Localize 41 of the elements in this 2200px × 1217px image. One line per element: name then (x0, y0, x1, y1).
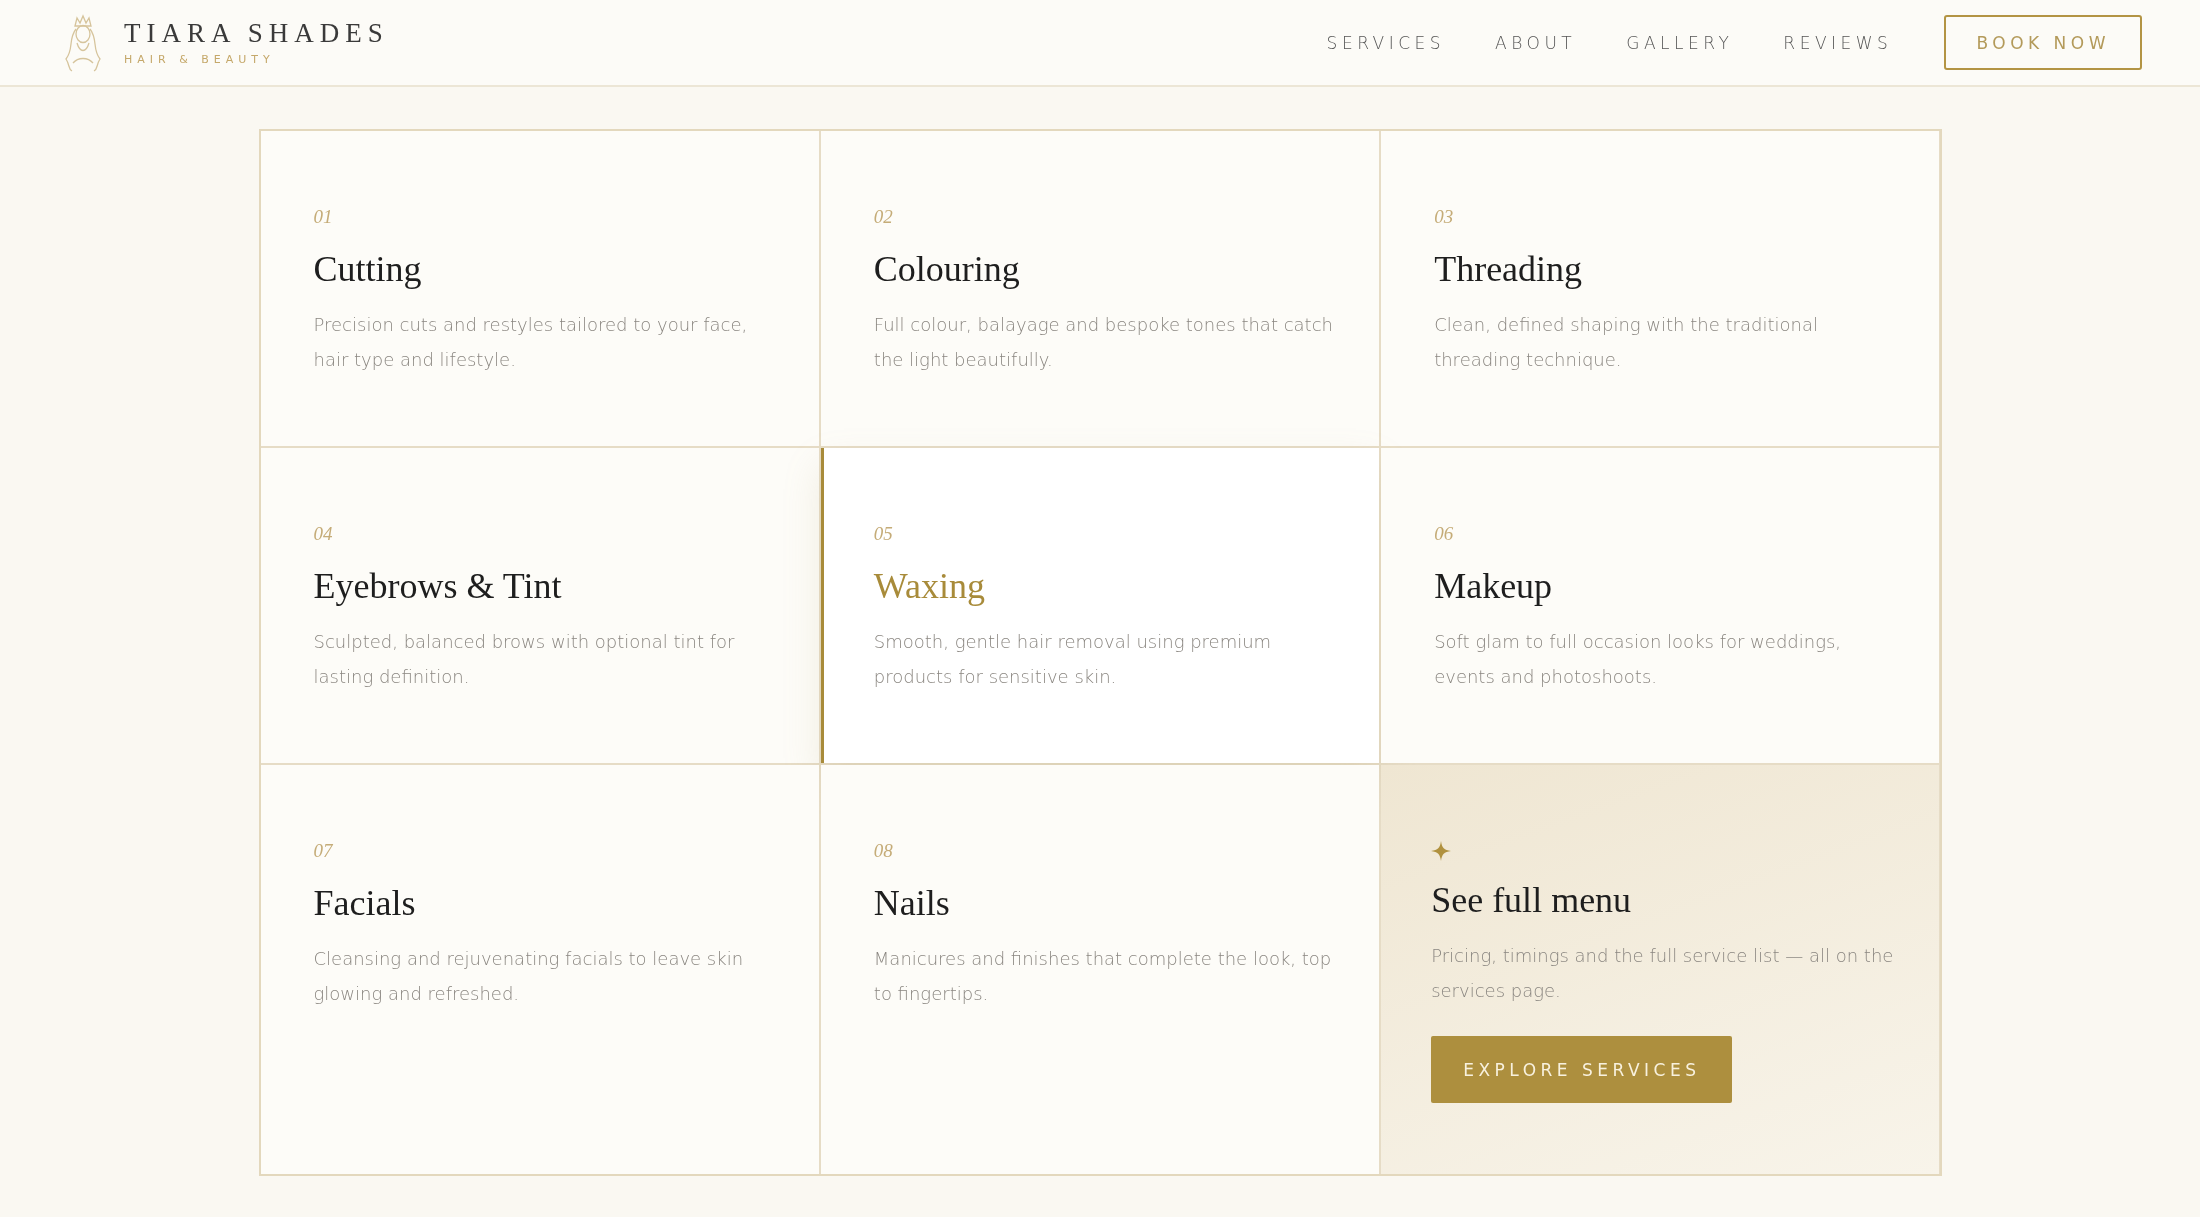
service-number: 06 (1434, 524, 1455, 543)
service-number: 07 (313, 841, 334, 860)
service-title: Makeup (1434, 565, 1554, 608)
service-number: 02 (873, 207, 894, 226)
nav-link[interactable]: SERVICES (1326, 32, 1446, 53)
service-title: Waxing (873, 565, 986, 608)
service-description: Cleansing and rejuvenating facials to leave skin glowing and refreshed. (313, 947, 745, 1007)
menu-title: See full menu (1431, 879, 1633, 922)
service-title: Cutting (313, 248, 423, 291)
service-card[interactable]: 03 Threading Clean, defined shaping with the traditional threading technique. (1381, 131, 1940, 446)
service-description: Smooth, gentle hair removal using premium products for sensitive skin. (873, 630, 1273, 690)
service-number: 04 (313, 524, 334, 543)
sparkle-icon (1431, 841, 1452, 861)
service-title: Eyebrows & Tint (313, 565, 563, 608)
service-card[interactable]: 05 Waxing Smooth, gentle hair removal using premium products for sensitive skin. (820, 448, 1380, 763)
service-card[interactable]: 07 Facials Cleansing and rejuvenating facials to leave skin glowing and refreshed. (260, 765, 819, 1174)
nav-link[interactable]: GALLERY (1626, 32, 1734, 53)
service-title: Nails (873, 882, 951, 925)
service-number: 03 (1434, 207, 1455, 226)
service-description: Manicures and finishes that complete the look, top to fingertips. (873, 947, 1333, 1007)
service-description: Clean, defined shaping with the traditional threading technique. (1434, 313, 1819, 373)
service-title: Facials (313, 882, 417, 925)
service-card[interactable]: 04 Eyebrows & Tint Sculpted, balanced brows with optional tint for lasting definition. (260, 448, 819, 763)
service-card[interactable]: 06 Makeup Soft glam to full occasion looks for weddings, events and photoshoots. (1381, 448, 1940, 763)
service-card[interactable]: 01 Cutting Precision cuts and restyles tailored to your face, hair type and lifestyle. (260, 131, 819, 446)
service-description: Full colour, balayage and bespoke tones that catch the light beautifully. (873, 313, 1334, 373)
service-number: 01 (313, 207, 334, 226)
service-description: Sculpted, balanced brows with optional tint for lasting definition. (313, 630, 736, 690)
brand-tagline: HAIR & BEAUTY (124, 52, 276, 66)
service-title: Threading (1434, 248, 1584, 291)
nav-link[interactable]: ABOUT (1495, 32, 1577, 53)
service-number: 08 (873, 841, 894, 860)
service-number: 05 (873, 524, 894, 543)
service-description: Precision cuts and restyles tailored to your face, hair type and lifestyle. (313, 313, 749, 373)
service-title: Colouring (873, 248, 1021, 291)
nav-link[interactable]: REVIEWS (1783, 32, 1893, 53)
menu-description: Pricing, timings and the full service list — all on the services page. (1431, 944, 1895, 1004)
brand-name: TIARA SHADES (124, 19, 389, 47)
service-card[interactable]: 08 Nails Manicures and finishes that complete the look, top to fingertips. (820, 765, 1380, 1174)
service-description: Soft glam to full occasion looks for weddings, events and photoshoots. (1434, 630, 1843, 690)
service-card[interactable]: 02 Colouring Full colour, balayage and bespoke tones that catch the light beautifully. (820, 131, 1380, 446)
